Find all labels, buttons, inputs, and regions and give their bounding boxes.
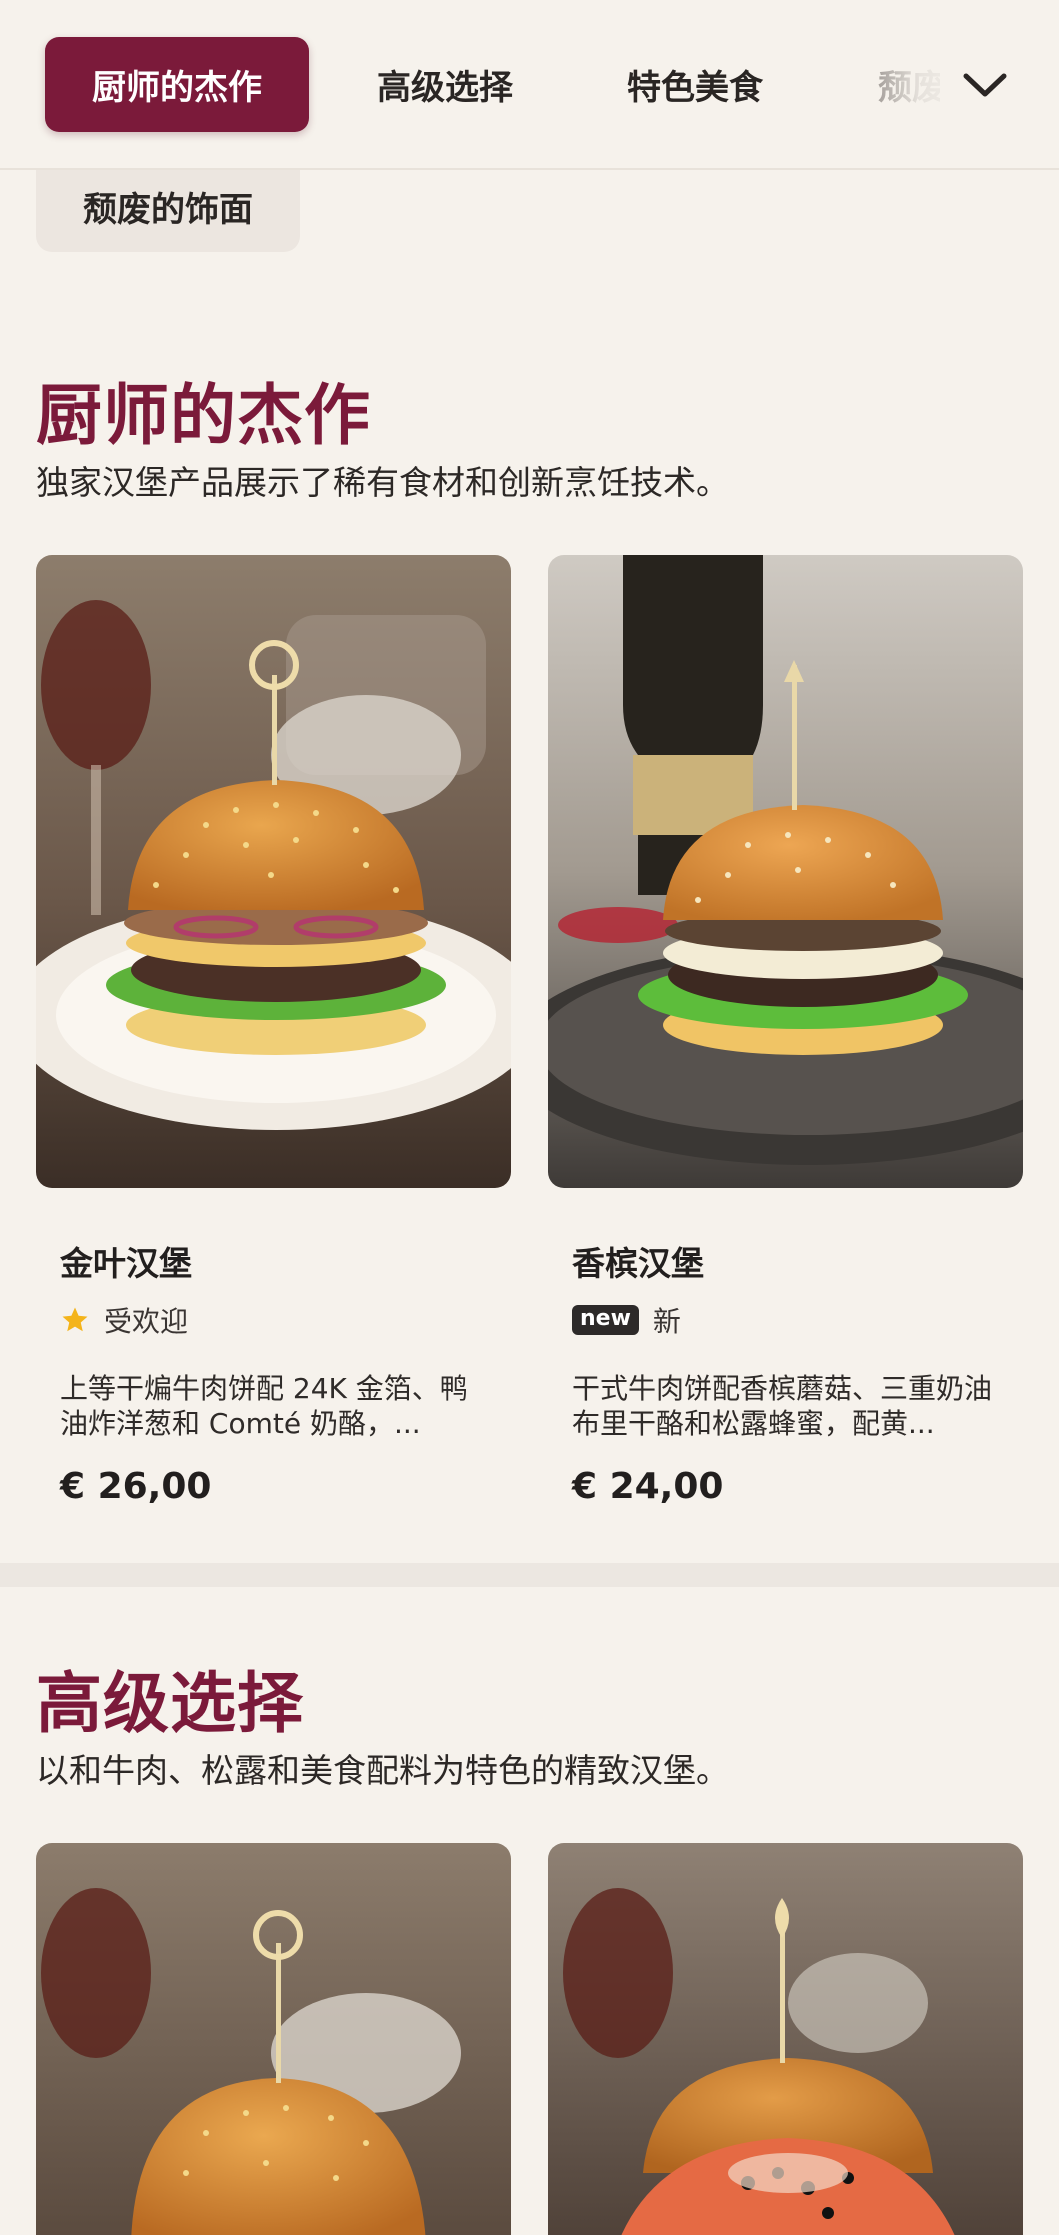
new-pill: new: [572, 1305, 639, 1335]
section-description: 以和牛肉、松露和美食配料为特色的精致汉堡。: [36, 1751, 729, 1790]
burger-photo: [548, 555, 1023, 1188]
tab-decadent-finish[interactable]: 颓废的饰面: [36, 160, 300, 252]
champagne-burger-image[interactable]: [548, 555, 1023, 1188]
item-price: € 24,00: [572, 1466, 724, 1507]
premium-burger-image-2[interactable]: [548, 1843, 1023, 2235]
popular-badge: 受欢迎: [60, 1300, 188, 1340]
category-tab-bar: 厨师的杰作 高级选择 特色美食 颓废: [0, 0, 1059, 170]
tab-chefs-masterpiece[interactable]: 厨师的杰作: [45, 37, 309, 132]
chevron-down-icon: [963, 73, 1007, 97]
section-description: 独家汉堡产品展示了稀有食材和创新烹饪技术。: [36, 463, 729, 502]
tab-premium-selection[interactable]: 高级选择: [345, 37, 545, 132]
badge-label: 新: [652, 1305, 681, 1338]
item-description: 上等干煸牛肉饼配 24K 金箔、鸭油炸洋葱和 Comté 奶酪，...: [60, 1372, 468, 1440]
burger-photo: [36, 1843, 511, 2235]
premium-burger-image-1[interactable]: [36, 1843, 511, 2235]
item-price: € 26,00: [60, 1466, 212, 1507]
badge-label: 受欢迎: [104, 1305, 189, 1338]
burger-photo: [36, 555, 511, 1188]
item-description: 干式牛肉饼配香槟蘑菇、三重奶油布里干酪和松露蜂蜜，配黄...: [572, 1372, 992, 1440]
new-badge: new 新: [572, 1300, 681, 1340]
section-title: 厨师的杰作: [36, 377, 371, 454]
item-name[interactable]: 金叶汉堡: [60, 1237, 192, 1285]
star-icon: [62, 1307, 88, 1332]
section-title: 高级选择: [36, 1665, 304, 1742]
gold-leaf-burger-image[interactable]: [36, 555, 511, 1188]
item-name[interactable]: 香槟汉堡: [572, 1237, 704, 1285]
tab-specialty-food[interactable]: 特色美食: [595, 37, 795, 132]
burger-photo: [548, 1843, 1023, 2235]
section-divider: [0, 1563, 1059, 1587]
more-tabs-button[interactable]: [950, 50, 1020, 120]
